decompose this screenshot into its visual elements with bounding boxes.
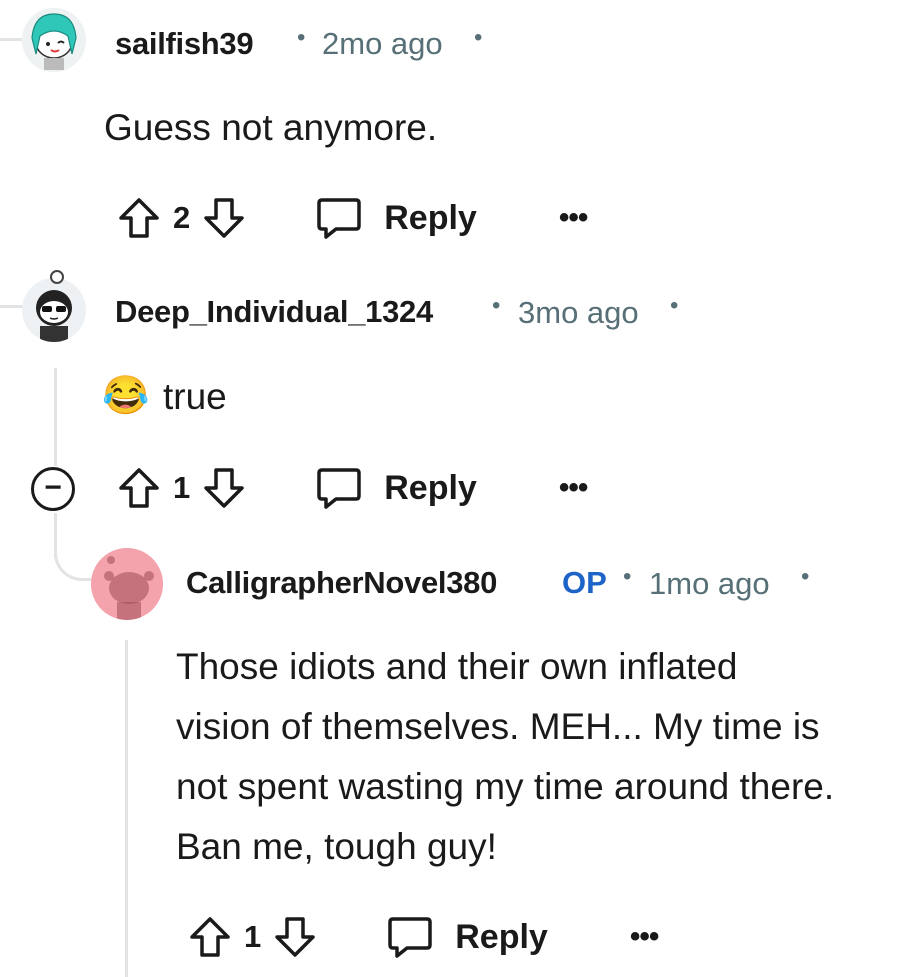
thread-line-reply	[125, 640, 128, 977]
more-options-icon[interactable]: •••	[559, 201, 588, 235]
username[interactable]: CalligrapherNovel380	[186, 565, 497, 601]
meta-separator: •	[492, 292, 501, 319]
reply-label: Reply	[384, 468, 477, 507]
avatar[interactable]	[22, 278, 86, 342]
downvote-icon[interactable]	[273, 915, 317, 959]
meta-separator: •	[801, 563, 810, 590]
upvote-icon[interactable]	[117, 196, 161, 240]
downvote-icon[interactable]	[202, 466, 246, 510]
upvote-icon[interactable]	[188, 915, 232, 959]
comment-actions: 1 Reply •••	[188, 912, 659, 962]
more-options-icon[interactable]: •••	[630, 920, 659, 954]
thread-line-curve	[54, 530, 91, 581]
comment-bubble-icon	[317, 198, 361, 239]
avatar-antenna-icon	[50, 270, 64, 284]
more-options-icon[interactable]: •••	[559, 471, 588, 505]
meta-separator: •	[474, 24, 483, 51]
thread-line-vertical	[54, 368, 57, 466]
comment-body: Those idiots and their own inflated visi…	[176, 646, 835, 867]
reply-button[interactable]: Reply	[316, 466, 477, 510]
downvote-icon[interactable]	[202, 196, 246, 240]
reply-label: Reply	[384, 198, 477, 237]
reply-button[interactable]: Reply	[387, 915, 548, 959]
avatar[interactable]	[91, 548, 163, 620]
reply-button[interactable]: Reply	[316, 196, 477, 240]
timestamp: 1mo ago	[649, 566, 770, 601]
collapse-button[interactable]: −	[31, 467, 75, 511]
comment-bubble-icon	[388, 917, 432, 958]
vote-count: 1	[244, 919, 262, 954]
avatar[interactable]	[22, 8, 86, 72]
upvote-icon[interactable]	[117, 466, 161, 510]
comment-actions: 2 Reply •••	[117, 193, 588, 243]
comment-body: true	[163, 376, 227, 417]
timestamp: 3mo ago	[518, 295, 639, 330]
username[interactable]: sailfish39	[115, 26, 254, 62]
vote-count: 1	[173, 470, 191, 505]
meta-separator: •	[623, 563, 632, 590]
vote-count: 2	[173, 200, 191, 235]
meta-separator: •	[297, 24, 306, 51]
timestamp: 2mo ago	[322, 26, 443, 61]
op-badge: OP	[562, 565, 607, 600]
username[interactable]: Deep_Individual_1324	[115, 294, 433, 330]
comment-actions: 1 Reply •••	[117, 463, 588, 513]
collapse-minus-icon: −	[44, 470, 62, 504]
comment-bubble-icon	[317, 468, 361, 509]
comment-body: Guess not anymore.	[104, 107, 438, 148]
reply-label: Reply	[455, 917, 548, 956]
meta-separator: •	[670, 292, 679, 319]
laughing-emoji-icon: 😂	[102, 375, 150, 417]
